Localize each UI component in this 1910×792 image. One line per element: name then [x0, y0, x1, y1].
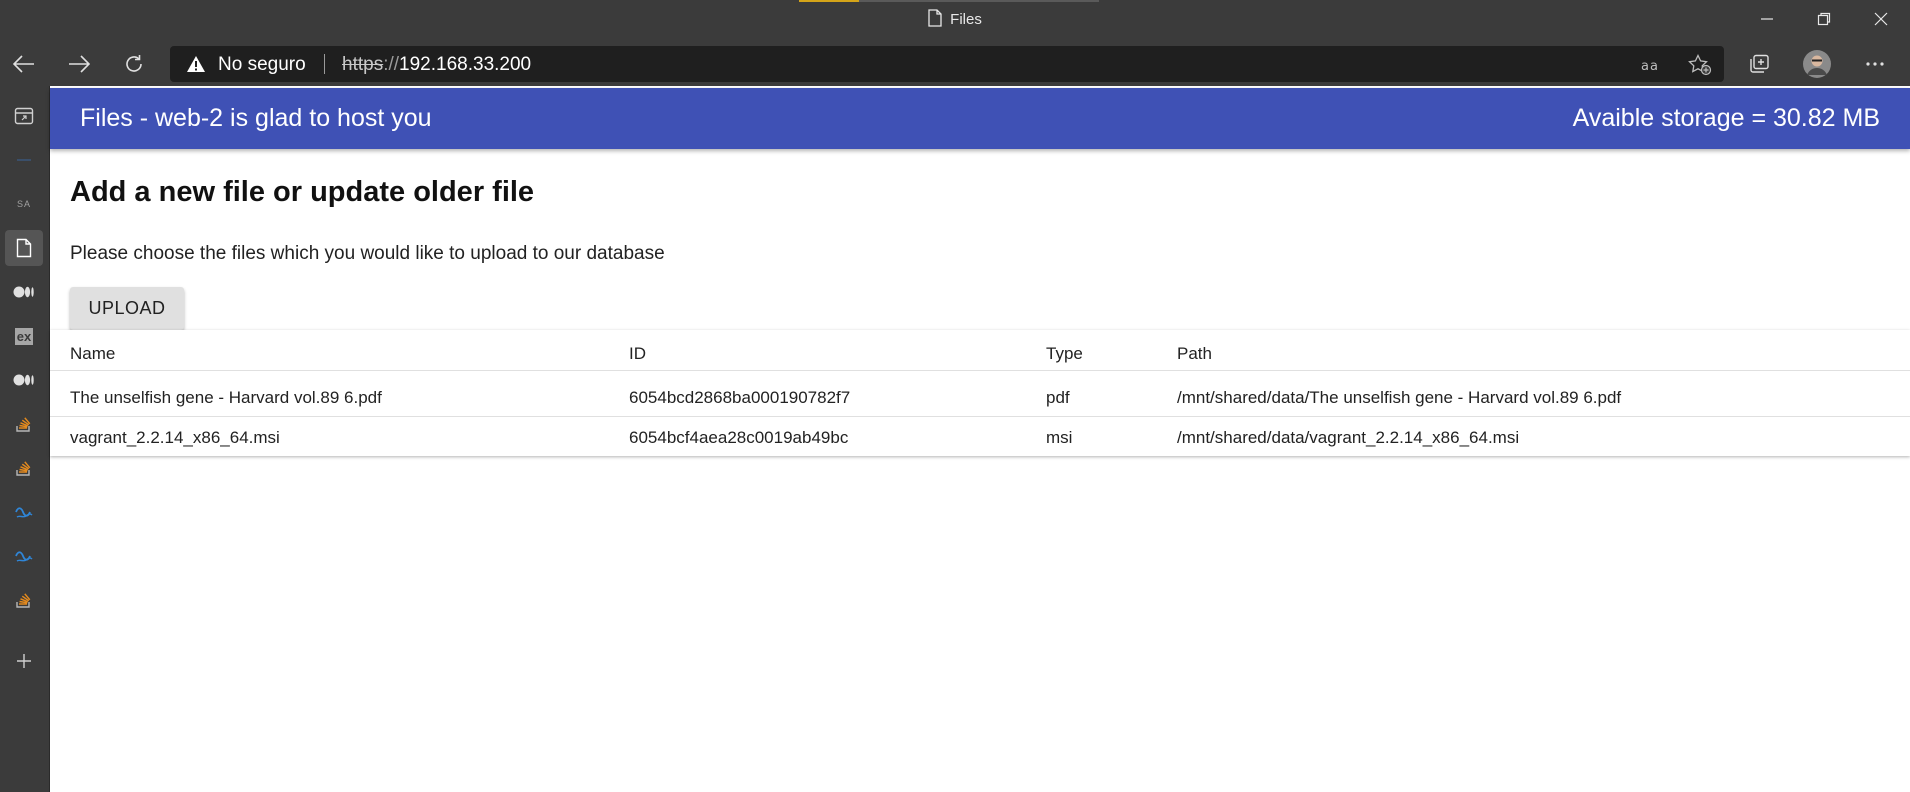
- browser-toolbar: No seguro https://192.168.33.200 aa: [0, 42, 1910, 86]
- sidebar-tab-stackoverflow-1[interactable]: [5, 406, 43, 442]
- sidebar-tab-ex[interactable]: ex: [5, 318, 43, 354]
- file-id-cell: 6054bcf4aea28c0019ab49bc: [629, 428, 849, 447]
- file-name-cell: The unselfish gene - Harvard vol.89 6.pd…: [70, 388, 382, 407]
- column-header-type: Type: [1046, 344, 1083, 363]
- sidebar-tab-sa[interactable]: SA: [5, 186, 43, 222]
- column-header-id: ID: [629, 344, 646, 363]
- avatar: [1803, 50, 1831, 78]
- docs-icon: [15, 551, 33, 562]
- collections-button[interactable]: [1741, 48, 1777, 80]
- plus-icon: [17, 654, 31, 668]
- sidebar-tab-docs-1[interactable]: [5, 494, 43, 530]
- read-aloud-icon[interactable]: aa: [1640, 54, 1664, 76]
- refresh-icon: [126, 55, 142, 72]
- file-type-cell: msi: [1046, 428, 1073, 447]
- tab-favicon-icon: [17, 159, 31, 161]
- minimize-icon: [1761, 18, 1773, 20]
- sidebar-tab-files[interactable]: [5, 230, 43, 266]
- minimize-button[interactable]: [1738, 0, 1796, 38]
- title-bar: Files: [0, 0, 1910, 42]
- restore-icon: [1817, 12, 1831, 26]
- page-description: Please choose the files which you would …: [70, 243, 665, 264]
- app-title: Files - web-2 is glad to host you: [80, 104, 432, 132]
- add-favorite-icon[interactable]: [1688, 54, 1712, 76]
- new-tab-button[interactable]: [5, 643, 43, 679]
- page-heading: Add a new file or update older file: [70, 176, 535, 208]
- column-header-path: Path: [1177, 344, 1212, 363]
- upload-button[interactable]: UPLOAD: [70, 287, 184, 330]
- table-row[interactable]: vagrant_2.2.14_x86_64.msi 6054bcf4aea28c…: [50, 416, 1910, 456]
- url-host: 192.168.33.200: [399, 54, 532, 75]
- file-name-cell: vagrant_2.2.14_x86_64.msi: [70, 428, 280, 447]
- address-url[interactable]: https://192.168.33.200: [342, 54, 531, 76]
- app-header: Files - web-2 is glad to host you Avaibl…: [50, 88, 1910, 149]
- stackoverflow-icon: [16, 461, 31, 476]
- table-row[interactable]: The unselfish gene - Harvard vol.89 6.pd…: [50, 376, 1910, 417]
- file-path-cell: /mnt/shared/data/vagrant_2.2.14_x86_64.m…: [1177, 428, 1520, 447]
- restore-button[interactable]: [1795, 0, 1853, 38]
- storage-indicator: Avaible storage = 30.82 MB: [1572, 104, 1880, 132]
- tab-indicator: [799, 0, 859, 2]
- security-status-text[interactable]: No seguro: [218, 54, 306, 76]
- ellipsis-icon: [1866, 62, 1884, 66]
- document-icon: [928, 9, 942, 31]
- file-path-cell: /mnt/shared/data/The unselfish gene - Ha…: [1177, 388, 1622, 407]
- svg-text:a: a: [1641, 59, 1649, 73]
- sidebar-tab-medium-2[interactable]: [5, 362, 43, 398]
- svg-text:a: a: [1650, 59, 1658, 73]
- collections-icon: [1750, 54, 1769, 73]
- window-title-text: Files: [950, 11, 982, 28]
- refresh-button[interactable]: [116, 48, 152, 80]
- sidebar-tab-blank[interactable]: [5, 142, 43, 178]
- file-id-cell: 6054bcd2868ba000190782f7: [629, 388, 851, 407]
- address-separator: [324, 54, 325, 74]
- close-button[interactable]: [1852, 0, 1910, 38]
- column-header-name: Name: [70, 344, 116, 363]
- profile-avatar-button[interactable]: [1799, 48, 1835, 80]
- tab-actions-icon: [14, 107, 34, 125]
- back-button[interactable]: [6, 48, 42, 80]
- docs-icon: [15, 507, 33, 518]
- warning-icon[interactable]: [186, 55, 206, 78]
- files-table: Name ID Type Path The unselfish gene - H…: [50, 330, 1910, 456]
- address-bar[interactable]: No seguro https://192.168.33.200 aa: [170, 46, 1724, 82]
- document-icon: [16, 238, 32, 258]
- forward-arrow-icon: [69, 55, 90, 73]
- table-header-row: Name ID Type Path: [50, 330, 1910, 371]
- medium-icon: [13, 374, 34, 386]
- url-scheme: https: [342, 54, 384, 75]
- tab-indicator-inactive: [859, 0, 1099, 2]
- file-type-cell: pdf: [1046, 388, 1070, 407]
- tab-sa-label: SA: [16, 199, 31, 209]
- medium-icon: [13, 286, 34, 298]
- sidebar-tab-docs-2[interactable]: [5, 538, 43, 574]
- sidebar-tab-stackoverflow-2[interactable]: [5, 450, 43, 486]
- url-slashes: ://: [383, 54, 400, 75]
- stackoverflow-icon: [16, 417, 31, 432]
- window-title: Files: [0, 9, 1910, 31]
- sidebar-tab-stackoverflow-3[interactable]: [5, 582, 43, 618]
- vertical-tabs-sidebar: SA ex: [0, 86, 50, 792]
- forward-button[interactable]: [61, 48, 97, 80]
- close-icon: [1874, 12, 1888, 26]
- more-options-button[interactable]: [1857, 48, 1893, 80]
- sidebar-tab-medium-1[interactable]: [5, 274, 43, 310]
- tab-ex-label: ex: [14, 327, 34, 345]
- tab-actions-button[interactable]: [5, 98, 43, 134]
- back-arrow-icon: [13, 55, 34, 73]
- stackoverflow-icon: [16, 593, 31, 608]
